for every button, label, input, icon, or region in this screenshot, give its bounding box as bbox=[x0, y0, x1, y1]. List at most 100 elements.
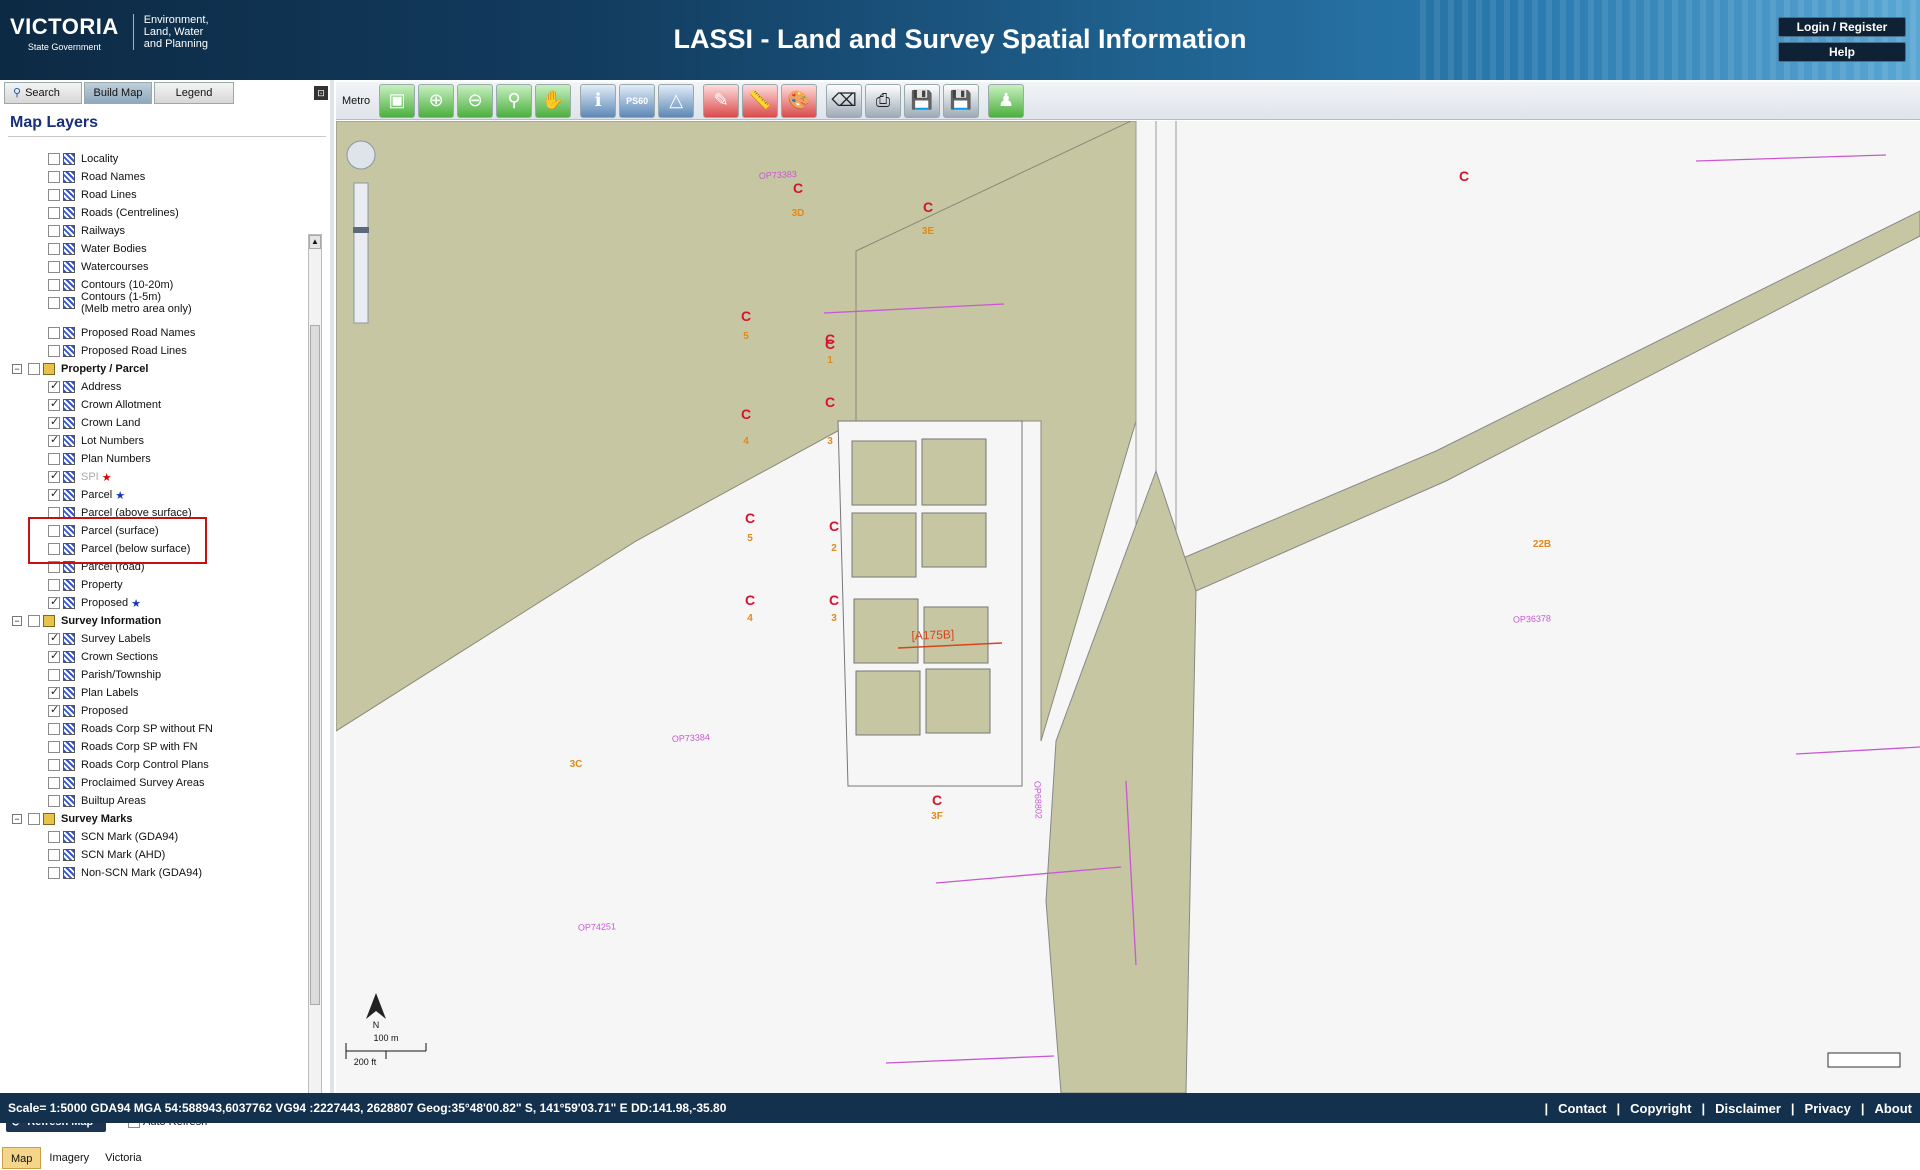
collapse-toggle-icon[interactable]: − bbox=[12, 364, 22, 374]
layer-checkbox[interactable] bbox=[48, 243, 60, 255]
panel-splitter[interactable] bbox=[330, 80, 334, 1093]
layer-list-scrollbar[interactable]: ▲ ▼ bbox=[308, 234, 322, 1108]
layer-checkbox[interactable] bbox=[48, 379, 60, 393]
print-icon[interactable]: ⎙ bbox=[865, 83, 902, 118]
footer-link[interactable]: Disclaimer bbox=[1715, 1101, 1781, 1116]
layer-checkbox[interactable] bbox=[48, 777, 60, 789]
layer-checkbox[interactable] bbox=[48, 469, 60, 483]
layer-checkbox[interactable] bbox=[28, 615, 40, 627]
tab-search[interactable]: ⚲ Search bbox=[4, 82, 82, 104]
layer-item[interactable]: Proclaimed Survey Areas bbox=[48, 774, 205, 792]
layer-group[interactable]: − Survey Information bbox=[12, 612, 161, 630]
layer-item[interactable]: Roads Corp Control Plans bbox=[48, 756, 209, 774]
layer-checkbox[interactable] bbox=[48, 487, 60, 501]
layer-item[interactable]: Roads Corp SP without FN bbox=[48, 720, 213, 738]
layer-item[interactable]: Railways bbox=[48, 222, 125, 240]
layer-item[interactable]: Proposed Road Lines bbox=[48, 342, 187, 360]
layer-group[interactable]: − Survey Marks bbox=[12, 810, 133, 828]
layer-item[interactable]: Non-SCN Mark (GDA94) bbox=[48, 864, 202, 882]
collapse-toggle-icon[interactable]: − bbox=[12, 616, 22, 626]
layer-checkbox[interactable] bbox=[48, 207, 60, 219]
layer-checkbox[interactable] bbox=[48, 849, 60, 861]
layer-checkbox[interactable] bbox=[48, 723, 60, 735]
layer-item[interactable]: Builtup Areas bbox=[48, 792, 146, 810]
help-button[interactable]: Help bbox=[1778, 42, 1906, 62]
pan-hand-icon[interactable]: ✋ bbox=[535, 83, 572, 118]
ps60-info-icon[interactable]: PS60 bbox=[619, 83, 656, 118]
layer-item[interactable]: Crown Land bbox=[48, 414, 140, 432]
layer-checkbox[interactable] bbox=[48, 579, 60, 591]
layer-checkbox[interactable] bbox=[48, 795, 60, 807]
scroll-up-icon[interactable]: ▲ bbox=[309, 235, 321, 249]
map-canvas[interactable]: CCCCCCCCCCCCCC20023D3E514352433F2222B3C3… bbox=[336, 121, 1920, 1093]
layer-checkbox[interactable] bbox=[48, 279, 60, 291]
layer-checkbox[interactable] bbox=[48, 685, 60, 699]
layer-checkbox[interactable] bbox=[48, 703, 60, 717]
eraser-icon[interactable]: ⌫ bbox=[826, 83, 863, 118]
layer-item[interactable]: SPI★ bbox=[48, 468, 112, 486]
scroll-thumb[interactable] bbox=[310, 325, 320, 1005]
pin-panel-icon[interactable]: ⊡ bbox=[314, 86, 328, 100]
basemap-tab-imagery[interactable]: Imagery bbox=[41, 1147, 97, 1169]
full-extent-icon[interactable]: ▣ bbox=[379, 83, 416, 118]
layer-item[interactable]: Proposed bbox=[48, 702, 128, 720]
tab-legend[interactable]: Legend bbox=[154, 82, 234, 104]
pencil-icon[interactable]: ✎ bbox=[703, 83, 740, 118]
layer-checkbox[interactable] bbox=[28, 363, 40, 375]
tab-build-map[interactable]: Build Map bbox=[84, 82, 152, 104]
layer-checkbox[interactable] bbox=[48, 261, 60, 273]
layer-checkbox[interactable] bbox=[48, 649, 60, 663]
layer-checkbox[interactable] bbox=[48, 189, 60, 201]
person-locate-icon[interactable]: ♟ bbox=[988, 83, 1025, 118]
layer-group[interactable]: − Property / Parcel bbox=[12, 360, 148, 378]
layer-item[interactable]: Plan Numbers bbox=[48, 450, 151, 468]
layer-checkbox[interactable] bbox=[48, 297, 60, 309]
layer-checkbox[interactable] bbox=[48, 415, 60, 429]
layer-checkbox[interactable] bbox=[48, 397, 60, 411]
layer-item[interactable]: Crown Allotment bbox=[48, 396, 161, 414]
layer-item[interactable]: Plan Labels bbox=[48, 684, 139, 702]
layer-checkbox[interactable] bbox=[48, 831, 60, 843]
layer-item[interactable]: Roads (Centrelines) bbox=[48, 204, 179, 222]
layer-checkbox[interactable] bbox=[48, 433, 60, 447]
layer-item[interactable]: Proposed Road Names bbox=[48, 324, 195, 342]
measure-info-icon[interactable]: △ bbox=[658, 83, 695, 118]
save-info-icon[interactable]: 💾 bbox=[943, 83, 980, 118]
layer-item[interactable]: Parish/Township bbox=[48, 666, 161, 684]
layer-checkbox[interactable] bbox=[48, 595, 60, 609]
layer-checkbox[interactable] bbox=[48, 345, 60, 357]
layer-item[interactable]: Parcel★ bbox=[48, 486, 125, 504]
layer-checkbox[interactable] bbox=[48, 669, 60, 681]
save-icon[interactable]: 💾 bbox=[904, 83, 941, 118]
footer-link[interactable]: Contact bbox=[1558, 1101, 1606, 1116]
layer-item[interactable]: Road Names bbox=[48, 168, 145, 186]
layer-checkbox[interactable] bbox=[48, 759, 60, 771]
zoom-in-icon[interactable]: ⊕ bbox=[418, 83, 455, 118]
layer-checkbox[interactable] bbox=[48, 327, 60, 339]
layer-item[interactable]: Locality bbox=[48, 150, 118, 168]
layer-checkbox[interactable] bbox=[48, 153, 60, 165]
ruler-icon[interactable]: 📏 bbox=[742, 83, 779, 118]
layer-item[interactable]: SCN Mark (GDA94) bbox=[48, 828, 178, 846]
layer-item[interactable]: Survey Labels bbox=[48, 630, 151, 648]
layer-item[interactable]: Lot Numbers bbox=[48, 432, 144, 450]
palette-icon[interactable]: 🎨 bbox=[781, 83, 818, 118]
layer-item[interactable]: Roads Corp SP with FN bbox=[48, 738, 198, 756]
layer-checkbox[interactable] bbox=[48, 631, 60, 645]
footer-link[interactable]: Privacy bbox=[1805, 1101, 1851, 1116]
basemap-tab-map[interactable]: Map bbox=[2, 1147, 42, 1169]
layer-checkbox[interactable] bbox=[48, 171, 60, 183]
layer-item[interactable]: Contours (1-5m) (Melb metro area only) bbox=[48, 291, 192, 315]
layer-item[interactable]: Crown Sections bbox=[48, 648, 158, 666]
layer-item[interactable]: SCN Mark (AHD) bbox=[48, 846, 165, 864]
layer-item[interactable]: Water Bodies bbox=[48, 240, 147, 258]
layer-checkbox[interactable] bbox=[28, 813, 40, 825]
footer-link[interactable]: About bbox=[1874, 1101, 1912, 1116]
zoom-box-icon[interactable]: ⚲ bbox=[496, 83, 533, 118]
layer-item[interactable]: Road Lines bbox=[48, 186, 137, 204]
layer-item[interactable]: Watercourses bbox=[48, 258, 148, 276]
map-svg[interactable]: CCCCCCCCCCCCCC20023D3E514352433F2222B3C3… bbox=[336, 121, 1920, 1093]
collapse-toggle-icon[interactable]: − bbox=[12, 814, 22, 824]
identify-icon[interactable]: ℹ bbox=[580, 83, 617, 118]
layer-checkbox[interactable] bbox=[48, 867, 60, 879]
